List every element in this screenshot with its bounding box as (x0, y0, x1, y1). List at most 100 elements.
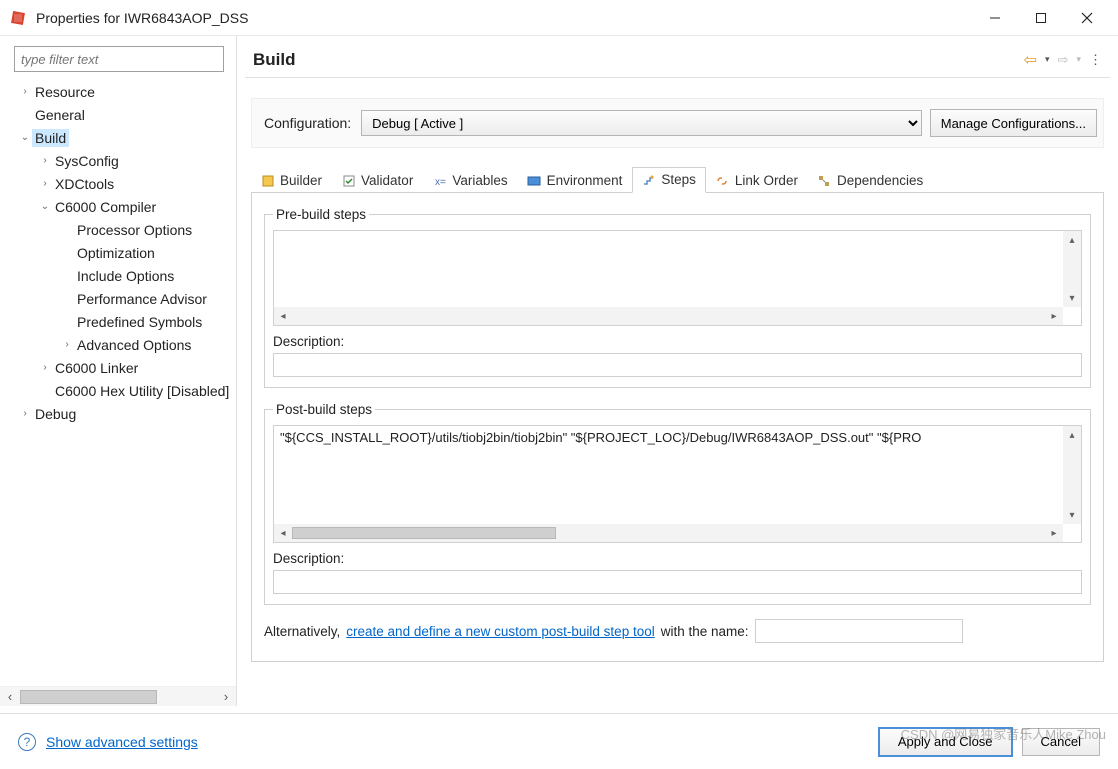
tree-item-performance-advisor[interactable]: Performance Advisor (4, 287, 236, 310)
alternative-row: Alternatively, create and define a new c… (264, 619, 1091, 643)
chevron-right-icon[interactable]: › (18, 408, 32, 419)
pre-build-group: Pre-build steps ▴ ▾ ◂ ▸ Description: (264, 207, 1091, 388)
scroll-up-icon[interactable]: ▴ (1063, 426, 1081, 444)
forward-arrow-icon[interactable]: ⇨ (1058, 52, 1069, 68)
content-pane: Build ⇦▾ ⇨▾ ⋮ Configuration: Debug [ Act… (237, 36, 1118, 706)
tree-item-advanced-options[interactable]: ›Advanced Options (4, 333, 236, 356)
tree-item-label: Predefined Symbols (74, 313, 205, 331)
post-build-group: Post-build steps "${CCS_INSTALL_ROOT}/ut… (264, 402, 1091, 605)
variables-icon: x= (432, 173, 447, 188)
tree-item-optimization[interactable]: Optimization (4, 241, 236, 264)
scroll-right-icon[interactable]: ▸ (1045, 307, 1063, 325)
bottom-bar: ? Show advanced settings Apply and Close… (0, 713, 1118, 769)
tree-item-build[interactable]: ⌄Build (4, 126, 236, 149)
chevron-right-icon[interactable]: › (38, 362, 52, 373)
chevron-down-icon[interactable]: ⌄ (18, 132, 32, 143)
environment-icon (527, 173, 542, 188)
scroll-left-icon[interactable]: ◂ (274, 307, 292, 325)
chevron-right-icon[interactable]: › (18, 86, 32, 97)
back-arrow-icon[interactable]: ⇦ (1024, 50, 1037, 70)
tab-environment[interactable]: Environment (518, 168, 633, 193)
pre-build-legend: Pre-build steps (273, 207, 369, 222)
tree-item-processor-options[interactable]: Processor Options (4, 218, 236, 241)
tree-item-c6000-compiler[interactable]: ⌄C6000 Compiler (4, 195, 236, 218)
tab-dependencies[interactable]: Dependencies (808, 168, 933, 193)
tab-label: Steps (661, 172, 696, 187)
scroll-down-icon[interactable]: ▾ (1063, 289, 1081, 307)
tree-item-include-options[interactable]: Include Options (4, 264, 236, 287)
create-custom-step-link[interactable]: create and define a new custom post-buil… (346, 624, 654, 639)
tree-item-c6000-hex-utility-disabled-[interactable]: C6000 Hex Utility [Disabled] (4, 379, 236, 402)
tab-label: Variables (452, 173, 507, 188)
tab-validator[interactable]: Validator (332, 168, 423, 193)
tab-label: Link Order (735, 173, 798, 188)
content-header: Build ⇦▾ ⇨▾ ⋮ (245, 42, 1110, 78)
show-advanced-settings-link[interactable]: Show advanced settings (46, 734, 198, 750)
help-icon[interactable]: ? (18, 733, 36, 751)
apply-and-close-button[interactable]: Apply and Close (879, 728, 1012, 756)
scroll-right-icon[interactable]: ▸ (1045, 524, 1063, 542)
menu-dots-icon[interactable]: ⋮ (1089, 52, 1102, 68)
tree-item-label: C6000 Linker (52, 359, 141, 377)
tree-item-resource[interactable]: ›Resource (4, 80, 236, 103)
post-build-textarea[interactable]: "${CCS_INSTALL_ROOT}/utils/tiobj2bin/tio… (273, 425, 1082, 543)
nav-tree: ›ResourceGeneral⌄Build›SysConfig›XDCtool… (0, 78, 236, 686)
tree-item-debug[interactable]: ›Debug (4, 402, 236, 425)
tree-item-c6000-linker[interactable]: ›C6000 Linker (4, 356, 236, 379)
chevron-right-icon[interactable]: › (38, 155, 52, 166)
chevron-right-icon[interactable]: › (38, 178, 52, 189)
tab-builder[interactable]: Builder (251, 168, 332, 193)
alt-prefix: Alternatively, (264, 624, 340, 639)
chevron-down-icon[interactable]: ⌄ (38, 201, 52, 212)
tab-label: Builder (280, 173, 322, 188)
scroll-thumb[interactable] (292, 527, 556, 539)
scroll-thumb[interactable] (20, 690, 157, 704)
pre-build-textarea[interactable]: ▴ ▾ ◂ ▸ (273, 230, 1082, 326)
configuration-select[interactable]: Debug [ Active ] (361, 110, 922, 136)
titlebar: Properties for IWR6843AOP_DSS (0, 0, 1118, 36)
tree-item-predefined-symbols[interactable]: Predefined Symbols (4, 310, 236, 333)
scroll-down-icon[interactable]: ▾ (1063, 506, 1081, 524)
tree-item-label: SysConfig (52, 152, 122, 170)
tree-item-label: Performance Advisor (74, 290, 210, 308)
cancel-button[interactable]: Cancel (1022, 728, 1100, 756)
app-icon (8, 8, 28, 28)
tab-steps[interactable]: Steps (632, 167, 706, 193)
close-button[interactable] (1064, 3, 1110, 33)
back-dropdown-icon[interactable]: ▾ (1045, 54, 1050, 65)
steps-panel: Pre-build steps ▴ ▾ ◂ ▸ Description: Post-… (251, 193, 1104, 662)
tree-item-label: Resource (32, 83, 98, 101)
link-order-icon (715, 173, 730, 188)
tree-item-label: General (32, 106, 88, 124)
manage-configurations-button[interactable]: Manage Configurations... (930, 109, 1097, 137)
tree-item-xdctools[interactable]: ›XDCtools (4, 172, 236, 195)
tree-item-label: Advanced Options (74, 336, 194, 354)
scroll-right-icon[interactable]: › (216, 689, 236, 704)
tree-item-sysconfig[interactable]: ›SysConfig (4, 149, 236, 172)
pre-desc-label: Description: (273, 334, 1082, 349)
post-desc-input[interactable] (273, 570, 1082, 594)
tab-label: Validator (361, 173, 413, 188)
custom-step-name-input[interactable] (755, 619, 963, 643)
configuration-row: Configuration: Debug [ Active ] Manage C… (251, 98, 1104, 148)
builder-icon (260, 173, 275, 188)
forward-dropdown-icon[interactable]: ▾ (1076, 54, 1081, 65)
pre-desc-input[interactable] (273, 353, 1082, 377)
tree-item-label: C6000 Hex Utility [Disabled] (52, 382, 232, 400)
scroll-left-icon[interactable]: ‹ (0, 689, 20, 704)
alt-suffix: with the name: (661, 624, 749, 639)
minimize-button[interactable] (972, 3, 1018, 33)
maximize-button[interactable] (1018, 3, 1064, 33)
filter-input[interactable] (14, 46, 224, 72)
post-desc-label: Description: (273, 551, 1082, 566)
svg-text:x=: x= (435, 177, 446, 188)
scroll-left-icon[interactable]: ◂ (274, 524, 292, 542)
tab-variables[interactable]: x= Variables (423, 168, 517, 193)
steps-icon (641, 172, 656, 187)
tab-link-order[interactable]: Link Order (706, 168, 808, 193)
sidebar-hscrollbar[interactable]: ‹ › (0, 686, 236, 706)
tree-item-general[interactable]: General (4, 103, 236, 126)
dependencies-icon (817, 173, 832, 188)
scroll-up-icon[interactable]: ▴ (1063, 231, 1081, 249)
chevron-right-icon[interactable]: › (60, 339, 74, 350)
